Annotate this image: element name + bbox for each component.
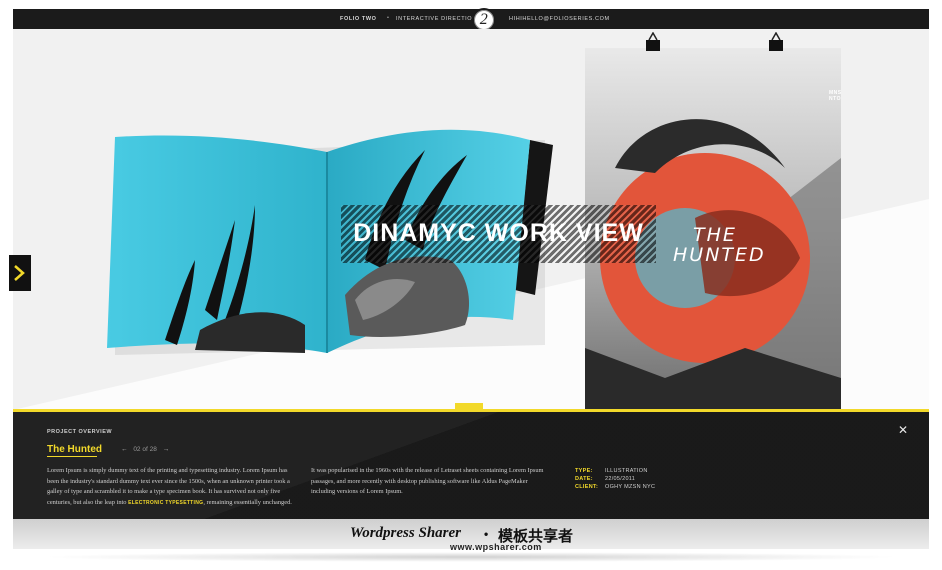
hero-banner: DINAMYC WORK VIEW [341, 205, 656, 263]
poster-tag: MNSN NTON [829, 90, 841, 102]
highlight-link[interactable]: ELECTRONIC TYPESETTING [128, 500, 203, 506]
project-title: The Hunted [47, 444, 102, 455]
project-meta: TYPE: ILLUSTRATION DATE: 22/05/2011 CLIENT… [575, 467, 655, 491]
hero-banner-text: DINAMYC WORK VIEW [353, 219, 644, 247]
meta-row-client: CLIENT: OGHY MZSN NYC [575, 483, 655, 491]
chevron-right-icon [14, 265, 25, 281]
poster-title-line2: HUNTED [673, 244, 766, 266]
pager-prev-button[interactable]: ← [121, 446, 128, 453]
meta-value: 22/05/2011 [605, 476, 636, 482]
contact-email-link[interactable]: HIHIHELLO@FOLIOSERIES.COM [509, 16, 610, 22]
description-paragraph-2: It was popularised in the 1960s with the… [311, 467, 544, 495]
section-label: PROJECT OVERVIEW [47, 429, 113, 435]
watermark-brand-en: Wordpress Sharer [350, 525, 461, 541]
pager: ← 02 of 28 → [121, 446, 169, 453]
binder-clip-icon [646, 32, 660, 51]
project-overview-panel: PROJECT OVERVIEW The Hunted ← 02 of 28 →… [13, 412, 929, 520]
meta-key: CLIENT: [575, 484, 599, 490]
header-bar: FOLIO TWO • INTERACTIVE DIRECTION 2 HIHI… [13, 8, 929, 32]
watermark-dot: • [484, 527, 489, 541]
pager-next-button[interactable]: → [163, 446, 170, 453]
binder-clip-icon [769, 32, 783, 51]
watermark: Wordpress Sharer • 模板共享者 www.wpsharer.co… [0, 519, 942, 552]
meta-key: TYPE: [575, 468, 593, 474]
site-name[interactable]: FOLIO TWO [340, 16, 377, 22]
prev-work-button[interactable] [9, 255, 31, 291]
page-frame: FOLIO TWO • INTERACTIVE DIRECTION 2 HIHI… [0, 0, 942, 570]
meta-row-date: DATE: 22/05/2011 [575, 475, 655, 483]
close-icon[interactable]: ✕ [898, 424, 910, 436]
watermark-url: www.wpsharer.com [450, 542, 542, 552]
bottom-shadow [40, 552, 902, 562]
title-underline [47, 456, 97, 457]
meta-value: OGHY MZSN NYC [605, 484, 656, 490]
header-separator: • [387, 15, 390, 21]
description-paragraph-1: Lorem Ipsum is simply dummy text of the … [47, 466, 295, 508]
description-text-1b: , remaining essentially unchanged. [203, 498, 292, 506]
poster-title-line1: THE [693, 224, 737, 246]
site-tagline: INTERACTIVE DIRECTION [396, 16, 477, 22]
meta-row-type: TYPE: ILLUSTRATION [575, 467, 655, 475]
pager-label: 02 of 28 [133, 446, 157, 453]
meta-value: ILLUSTRATION [605, 468, 648, 474]
meta-key: DATE: [575, 476, 593, 482]
